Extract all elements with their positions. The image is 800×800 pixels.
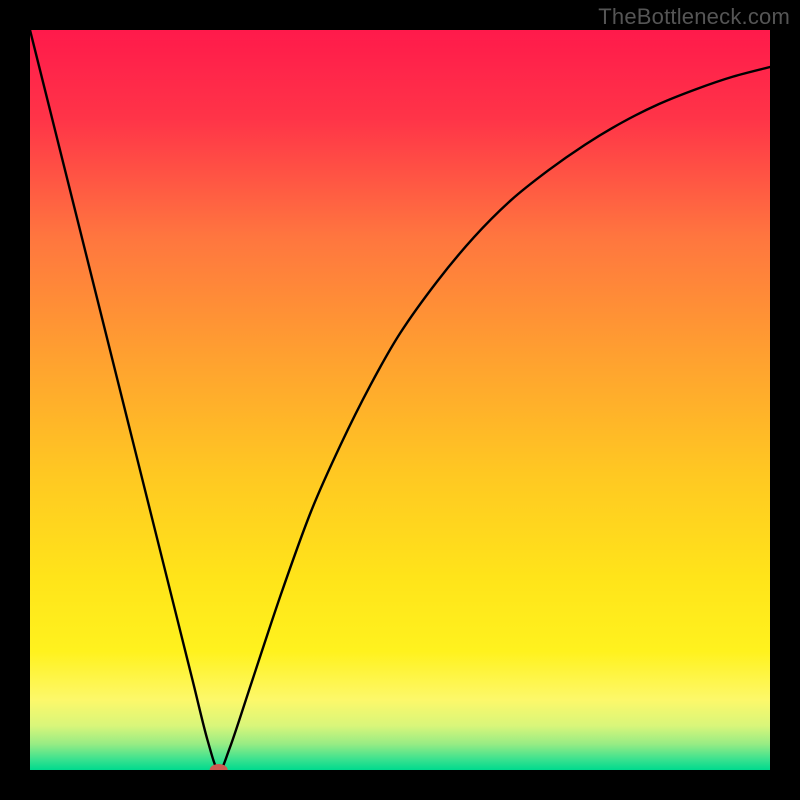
gradient-background xyxy=(30,30,770,770)
chart-frame: TheBottleneck.com xyxy=(0,0,800,800)
watermark-text: TheBottleneck.com xyxy=(598,4,790,30)
bottleneck-chart xyxy=(30,30,770,770)
